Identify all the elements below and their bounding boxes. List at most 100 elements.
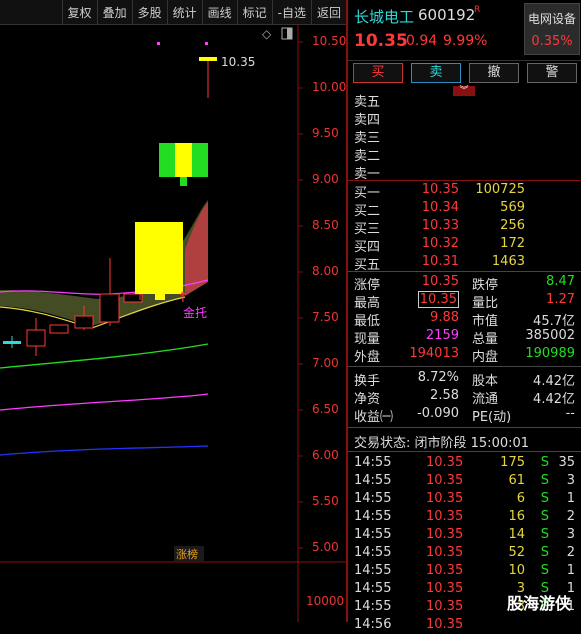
trade-row: 14:55 10.35 14 S 3: [348, 526, 581, 544]
toolbar-remove-watchlist[interactable]: -自选: [271, 0, 311, 24]
alert-button[interactable]: 警: [527, 63, 577, 83]
candle-4: [74, 315, 94, 329]
trade-t: 14:55: [354, 563, 392, 578]
trade-row: 14:55 10.35 10 S 1: [348, 562, 581, 580]
ask-row-3: 卖三: [354, 131, 381, 146]
price-tick-650: 6.50: [312, 402, 339, 416]
price-tick-1000: 10.00: [312, 80, 347, 94]
ma-magenta-line: [0, 393, 209, 411]
trade-s: S: [540, 545, 549, 560]
sell-button[interactable]: 卖: [411, 63, 461, 83]
stat-row-outer-inner: 外盘 194013 内盘 190989: [354, 346, 575, 365]
price-tick-850: 8.50: [312, 218, 339, 232]
toolbar-adjust[interactable]: 复权: [61, 0, 97, 24]
trade-n: 2: [566, 509, 575, 524]
trade-n: 1: [566, 563, 575, 578]
current-price: 10.35: [354, 31, 408, 51]
trade-n: 35: [558, 455, 575, 470]
price-tick-500: 5.00: [312, 540, 339, 554]
trade-t: 14:55: [354, 545, 392, 560]
chart-toolbar: 复权 叠加 多股 统计 画线 标记 -自选 返回: [0, 0, 346, 25]
ask-row-5: 卖五: [354, 95, 381, 110]
price-tick-750: 7.50: [312, 310, 339, 324]
trade-v: 6: [516, 491, 525, 506]
toolbar-multi-stock[interactable]: 多股: [131, 0, 167, 24]
trade-t: 14:55: [354, 599, 392, 614]
divider-4: [348, 451, 581, 452]
trade-s: S: [540, 455, 549, 470]
price-ticks-marks: [298, 41, 303, 549]
candle-3: [49, 324, 69, 334]
divider-2: [348, 366, 581, 367]
stat-row-low: 最低 9.88 市值 45.7亿: [354, 310, 575, 329]
stat-row-high: 最高 10.35 量比 1.27: [354, 291, 575, 311]
stock-code: 600192: [418, 6, 476, 24]
ask-row-4: 卖四: [354, 113, 381, 128]
stock-name[interactable]: 长城电工: [354, 6, 414, 27]
trade-t: 14:55: [354, 509, 392, 524]
trade-n: 2: [566, 545, 575, 560]
quote-panel: 长城电工 600192 R 10.35 0.94 9.99% 电网设备 0.35…: [348, 0, 581, 632]
stat-row-netasset: 净资 2.58 流通 4.42亿: [354, 388, 575, 407]
bid-row-4: 买四 10.32 172: [354, 236, 525, 255]
ma-green-line: [0, 343, 209, 369]
sector-box[interactable]: 电网设备 0.35%: [524, 3, 580, 55]
toolbar-overlay[interactable]: 叠加: [96, 0, 132, 24]
price-tick-700: 7.00: [312, 356, 339, 370]
quote-header: 长城电工 600192 R 10.35 0.94 9.99% 电网设备 0.35…: [348, 0, 581, 58]
bid-row-2: 买二 10.34 569: [354, 200, 525, 219]
limit-dot-1: [157, 42, 160, 45]
trade-t: 14:55: [354, 455, 392, 470]
trade-p: 10.35: [426, 527, 464, 542]
trade-row: 14:55 10.35 16 S 2: [348, 508, 581, 526]
ask-row-1: 卖一: [354, 167, 381, 182]
trade-s: S: [540, 509, 549, 524]
trade-t: 14:55: [354, 527, 392, 542]
toolbar-mark[interactable]: 标记: [236, 0, 272, 24]
trade-p: 10.35: [426, 581, 464, 596]
trade-v: 14: [508, 527, 525, 542]
price-tick-550: 5.50: [312, 494, 339, 508]
stat-row-turnover: 换手 8.72% 股本 4.42亿: [354, 370, 575, 389]
candle-5: [99, 293, 120, 323]
candle-6: [123, 293, 143, 303]
trade-row: 14:55 10.35 52 S 2: [348, 544, 581, 562]
limit-up-tag: 涨榜: [176, 547, 198, 561]
stat-row-volume: 现量 2159 总量 385002: [354, 328, 575, 347]
trade-t: 14:55: [354, 581, 392, 596]
trade-p: 10.35: [426, 545, 464, 560]
kline-chart[interactable]: ◇ 10.35 ↑ 金托 涨榜 10.50 10.00 9.50 9.00 8.…: [0, 24, 346, 622]
toolbar-statistics[interactable]: 统计: [166, 0, 202, 24]
ask-row-2: 卖二: [354, 149, 381, 164]
trade-t: 14:55: [354, 491, 392, 506]
bid-row-5: 买五 10.31 1463: [354, 254, 525, 273]
trade-s: S: [540, 527, 549, 542]
price-tick-800: 8.00: [312, 264, 339, 278]
trade-row: 14:55 10.35 6 S 1: [348, 490, 581, 508]
trade-t: 14:55: [354, 473, 392, 488]
trade-v: 52: [508, 545, 525, 560]
toolbar-back[interactable]: 返回: [310, 0, 346, 24]
divider-1: [348, 271, 581, 272]
candle-1: [3, 341, 21, 344]
trade-p: 10.35: [426, 473, 464, 488]
trade-row: 14:55 10.35 175 S 35: [348, 454, 581, 472]
volume-tick: 10000: [306, 594, 345, 608]
trade-status: 交易状态: 闭市阶段 15:00:01: [354, 436, 530, 451]
order-buttons: 买 卖 撤 警: [348, 60, 581, 85]
price-tick-1050: 10.50: [312, 34, 347, 48]
cancel-order-button[interactable]: 撤: [469, 63, 519, 83]
limit-dot-2: [205, 42, 208, 45]
candle-2: [26, 329, 46, 347]
buy-button[interactable]: 买: [353, 63, 403, 83]
trade-row: 14:56 10.35: [348, 616, 581, 634]
trade-s: S: [540, 491, 549, 506]
trade-p: 10.35: [426, 455, 464, 470]
divider-3: [348, 427, 581, 428]
trade-p: 10.35: [426, 599, 464, 614]
candle-top: [199, 57, 217, 61]
stat-row-limit: 涨停 10.35 跌停 8.47: [354, 274, 575, 293]
price-change-pct: 9.99%: [443, 33, 488, 49]
sector-pct: 0.35%: [531, 34, 573, 49]
toolbar-draw-line[interactable]: 画线: [201, 0, 237, 24]
